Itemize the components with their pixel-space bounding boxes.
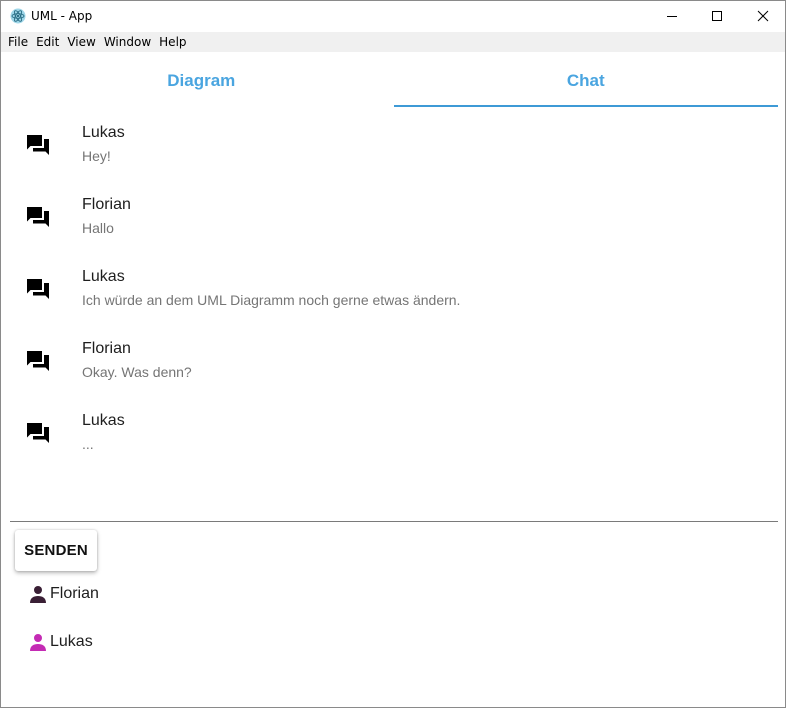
list-item[interactable]: Florian Hallo	[9, 181, 778, 253]
menu-edit[interactable]: Edit	[32, 32, 63, 52]
message-sender: Lukas	[82, 268, 125, 285]
list-item[interactable]: Lukas Ich würde an dem UML Diagramm noch…	[9, 253, 778, 325]
window-title: UML - App	[31, 9, 93, 23]
electron-app-icon	[10, 8, 26, 24]
message-sender: Florian	[82, 196, 131, 213]
menu-help[interactable]: Help	[155, 32, 190, 52]
user-name: Lukas	[50, 633, 93, 650]
message-text: ...	[82, 436, 94, 452]
message-text: Okay. Was denn?	[82, 364, 192, 380]
user-item-florian[interactable]: Florian	[29, 583, 99, 605]
message-list: Lukas Hey! Florian Hallo Lukas Ich würde…	[9, 109, 778, 509]
person-icon	[30, 634, 46, 651]
close-icon	[757, 10, 769, 22]
message-sender: Florian	[82, 340, 131, 357]
app-window: UML - App File Edit View Window Help Dia…	[0, 0, 786, 708]
forum-icon	[27, 135, 49, 155]
menu-window[interactable]: Window	[100, 32, 155, 52]
tab-bar: Diagram Chat	[9, 53, 778, 109]
menu-bar: File Edit View Window Help	[1, 32, 785, 52]
divider	[10, 521, 778, 522]
maximize-button[interactable]	[694, 1, 740, 31]
menu-file[interactable]: File	[4, 32, 32, 52]
title-bar[interactable]: UML - App	[1, 1, 785, 31]
forum-icon	[27, 279, 49, 299]
close-button[interactable]	[740, 1, 785, 31]
person-icon	[30, 586, 46, 603]
minimize-icon	[667, 16, 677, 17]
user-item-lukas[interactable]: Lukas	[29, 631, 93, 653]
forum-icon	[27, 207, 49, 227]
tab-chat[interactable]: Chat	[393, 53, 779, 109]
list-item[interactable]: Lukas ...	[9, 397, 778, 469]
message-text: Hallo	[82, 220, 114, 236]
forum-icon	[27, 423, 49, 443]
message-sender: Lukas	[82, 412, 125, 429]
minimize-button[interactable]	[649, 1, 695, 31]
forum-icon	[27, 351, 49, 371]
user-name: Florian	[50, 585, 99, 602]
maximize-icon	[712, 11, 722, 21]
send-button[interactable]: SENDEN	[15, 530, 97, 571]
message-text: Hey!	[82, 148, 111, 164]
message-sender: Lukas	[82, 124, 125, 141]
list-item[interactable]: Florian Okay. Was denn?	[9, 325, 778, 397]
message-text: Ich würde an dem UML Diagramm noch gerne…	[82, 292, 461, 308]
menu-view[interactable]: View	[63, 32, 99, 52]
list-item[interactable]: Lukas Hey!	[9, 109, 778, 181]
tab-diagram[interactable]: Diagram	[9, 53, 394, 109]
